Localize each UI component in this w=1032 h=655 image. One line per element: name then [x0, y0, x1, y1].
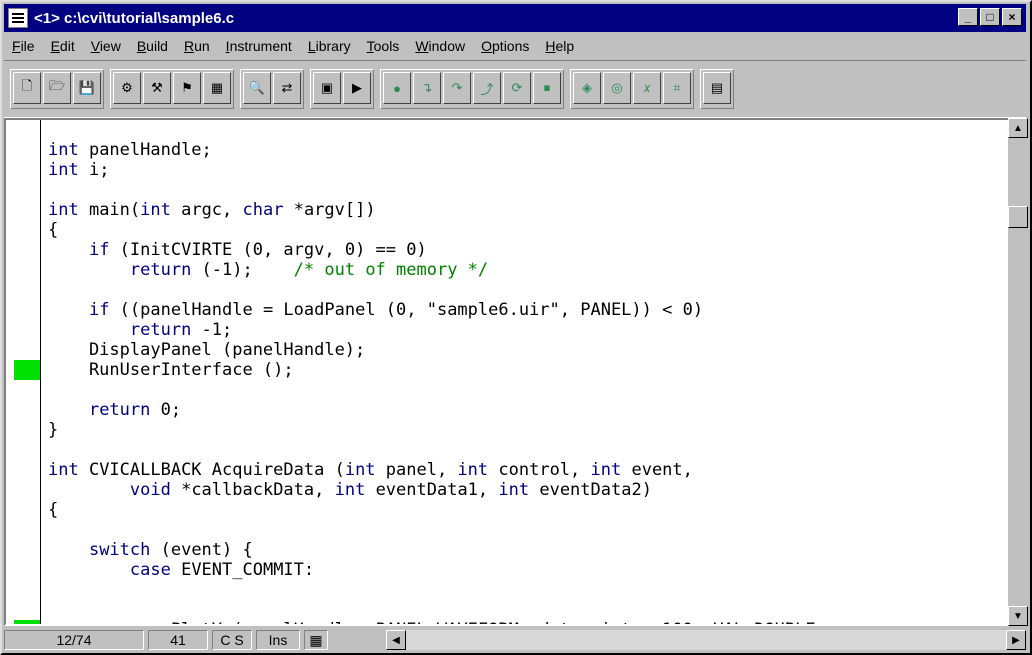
menu-file[interactable]: File	[4, 38, 43, 54]
find-icon[interactable]: 🔍	[243, 72, 271, 104]
menu-instrument[interactable]: Instrument	[218, 38, 300, 54]
status-bar: 12/74 41 C S Ins ▦ ◀ ▶	[4, 628, 1026, 652]
continue-icon[interactable]: ⟳	[503, 72, 531, 104]
toolbar-group-1: ⚙ ⚒ ⚑ ▦	[110, 69, 234, 109]
menu-help[interactable]: Help	[537, 38, 582, 54]
debug-icon[interactable]: ⚑	[173, 72, 201, 104]
terminate-icon[interactable]: ⏹	[533, 72, 561, 104]
breakpoint-marker[interactable]	[14, 360, 40, 380]
toolbar-group-5: ◈ ◎ 𝑥 ⌗	[570, 69, 694, 109]
menu-tools[interactable]: Tools	[359, 38, 408, 54]
line-indicator: 12/74	[4, 630, 144, 650]
scroll-left-button[interactable]: ◀	[386, 630, 406, 650]
build-icon[interactable]: ⚙	[113, 72, 141, 104]
code-line[interactable]: PlotY (panelHandle, PANEL_WAVEFORM, data…	[48, 620, 826, 624]
code-line[interactable]	[48, 600, 826, 620]
horizontal-scrollbar[interactable]: ◀ ▶	[386, 630, 1026, 650]
maximize-button[interactable]: □	[980, 8, 1000, 26]
stop-icon[interactable]: ●	[383, 72, 411, 104]
toolbar-group-0: 🗋 🗁 💾	[10, 69, 104, 109]
step-over-icon[interactable]: ↷	[443, 72, 471, 104]
new-icon[interactable]: 🗋	[13, 72, 41, 104]
source-code[interactable]: int panelHandle; int i; int main(int argc,…	[48, 140, 826, 624]
breakpoint-icon[interactable]: ◈	[573, 72, 601, 104]
code-line[interactable]: return 0;	[48, 400, 826, 420]
menu-library[interactable]: Library	[300, 38, 359, 54]
code-line[interactable]	[48, 580, 826, 600]
breakpoint-marker[interactable]	[14, 620, 40, 624]
window-title: <1> c:\cvi\tutorial\sample6.c	[34, 9, 235, 27]
select-icon[interactable]: ▣	[313, 72, 341, 104]
code-line[interactable]: void *callbackData, int eventData1, int …	[48, 480, 826, 500]
code-line[interactable]: {	[48, 500, 826, 520]
menu-bar: File Edit View Build Run Instrument Library Too…	[4, 34, 1026, 58]
panel-icon[interactable]: ▤	[703, 72, 731, 104]
code-line[interactable]: return (-1); /* out of memory */	[48, 260, 826, 280]
watch-icon[interactable]: ◎	[603, 72, 631, 104]
code-line[interactable]: {	[48, 220, 826, 240]
code-line[interactable]: int main(int argc, char *argv[])	[48, 200, 826, 220]
replace-icon[interactable]: ⇄	[273, 72, 301, 104]
toolbar-group-4: ● ↴ ↷ ⤴ ⟳ ⏹	[380, 69, 564, 109]
minimize-button[interactable]: _	[958, 8, 978, 26]
code-line[interactable]	[48, 380, 826, 400]
variables-icon[interactable]: 𝑥	[633, 72, 661, 104]
scroll-right-button[interactable]: ▶	[1006, 630, 1026, 650]
code-line[interactable]: switch (event) {	[48, 540, 826, 560]
code-line[interactable]	[48, 180, 826, 200]
window-icon[interactable]: ▦	[203, 72, 231, 104]
toolbar-group-6: ▤	[700, 69, 734, 109]
finish-icon[interactable]: ⤴	[473, 72, 501, 104]
toolbar-group-2: 🔍 ⇄	[240, 69, 304, 109]
code-line[interactable]	[48, 440, 826, 460]
code-line[interactable]: }	[48, 420, 826, 440]
main-window: <1> c:\cvi\tutorial\sample6.c _ □ × File…	[0, 0, 1032, 655]
scroll-thumb[interactable]	[1008, 206, 1028, 228]
run-icon[interactable]: ▶	[343, 72, 371, 104]
menu-window[interactable]: Window	[407, 38, 473, 54]
tree-icon[interactable]: ⌗	[663, 72, 691, 104]
code-line[interactable]	[48, 520, 826, 540]
flags-indicator: C S	[212, 630, 252, 650]
column-indicator: 41	[148, 630, 208, 650]
breakpoint-gutter[interactable]	[6, 120, 41, 624]
code-line[interactable]: int panelHandle;	[48, 140, 826, 160]
toolbar-group-3: ▣ ▶	[310, 69, 374, 109]
menu-options[interactable]: Options	[473, 38, 537, 54]
code-line[interactable]	[48, 280, 826, 300]
step-into-icon[interactable]: ↴	[413, 72, 441, 104]
vertical-scrollbar[interactable]: ▲ ▼	[1008, 118, 1028, 626]
horizontal-scroll-track[interactable]	[406, 630, 1006, 650]
code-line[interactable]: return -1;	[48, 320, 826, 340]
insert-mode-indicator: Ins	[256, 630, 300, 650]
keyboard-icon: ▦	[304, 630, 328, 650]
code-line[interactable]: if ((panelHandle = LoadPanel (0, "sample…	[48, 300, 826, 320]
system-menu-icon[interactable]	[8, 8, 28, 28]
open-icon[interactable]: 🗁	[43, 72, 71, 104]
menu-view[interactable]: View	[83, 38, 129, 54]
menu-run[interactable]: Run	[176, 38, 218, 54]
code-line[interactable]: case EVENT_COMMIT:	[48, 560, 826, 580]
code-line[interactable]: RunUserInterface ();	[48, 360, 826, 380]
menu-edit[interactable]: Edit	[43, 38, 83, 54]
code-editor[interactable]: int panelHandle; int i; int main(int argc,…	[4, 118, 1026, 626]
close-button[interactable]: ×	[1002, 8, 1022, 26]
code-line[interactable]: int i;	[48, 160, 826, 180]
code-line[interactable]: if (InitCVIRTE (0, argv, 0) == 0)	[48, 240, 826, 260]
toolbar: 🗋 🗁 💾 ⚙ ⚒ ⚑ ▦ 🔍 ⇄ ▣ ▶ ● ↴ ↷ ⤴ ⟳ ⏹ ◈ ◎ 𝑥 ⌗ ▤	[4, 60, 1026, 118]
code-line[interactable]: DisplayPanel (panelHandle);	[48, 340, 826, 360]
compile-icon[interactable]: ⚒	[143, 72, 171, 104]
save-icon[interactable]: 💾	[73, 72, 101, 104]
code-line[interactable]: int CVICALLBACK AcquireData (int panel, …	[48, 460, 826, 480]
scroll-down-button[interactable]: ▼	[1008, 606, 1028, 626]
title-bar[interactable]: <1> c:\cvi\tutorial\sample6.c _ □ ×	[4, 4, 1026, 32]
scroll-up-button[interactable]: ▲	[1008, 118, 1028, 138]
menu-build[interactable]: Build	[129, 38, 176, 54]
